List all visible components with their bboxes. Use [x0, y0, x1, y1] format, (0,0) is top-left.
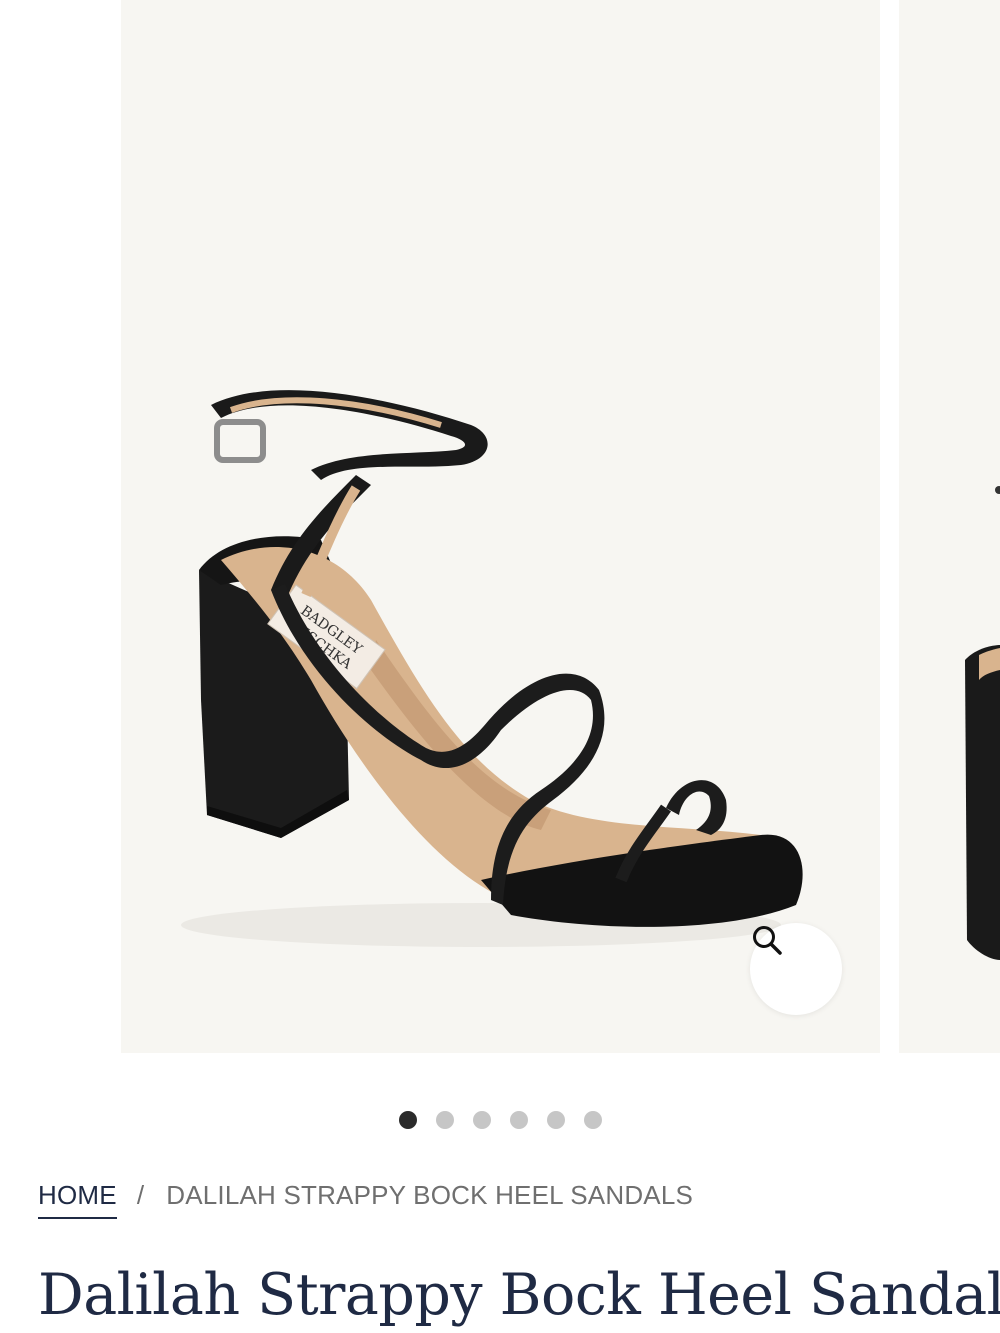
- sandal-partial-illustration: [965, 486, 1000, 960]
- breadcrumb-separator: /: [136, 1180, 145, 1210]
- product-image-main[interactable]: BADGLEY MISCHKA: [121, 0, 880, 1053]
- product-image-gallery[interactable]: BADGLEY MISCHKA: [0, 0, 1000, 1053]
- product-image-next[interactable]: [899, 0, 1000, 1053]
- breadcrumb-home-link[interactable]: HOME: [38, 1180, 117, 1219]
- pagination-dot-6[interactable]: [583, 1111, 602, 1129]
- zoom-button[interactable]: [750, 923, 842, 1015]
- breadcrumb-current: DALILAH STRAPPY BOCK HEEL SANDALS: [166, 1180, 694, 1210]
- pagination-dot-5[interactable]: [546, 1111, 565, 1129]
- pagination-dot-3[interactable]: [472, 1111, 491, 1129]
- pagination-dot-1[interactable]: [398, 1111, 417, 1129]
- magnifier-icon: [753, 926, 782, 955]
- sandal-illustration: BADGLEY MISCHKA: [181, 390, 803, 947]
- product-title: Dalilah Strappy Bock Heel Sandals: [38, 1262, 1000, 1328]
- pagination-dot-2[interactable]: [435, 1111, 454, 1129]
- gallery-pagination: [0, 1111, 1000, 1131]
- pagination-dot-4[interactable]: [509, 1111, 528, 1129]
- breadcrumb: HOME / DALILAH STRAPPY BOCK HEEL SANDALS: [38, 1180, 693, 1220]
